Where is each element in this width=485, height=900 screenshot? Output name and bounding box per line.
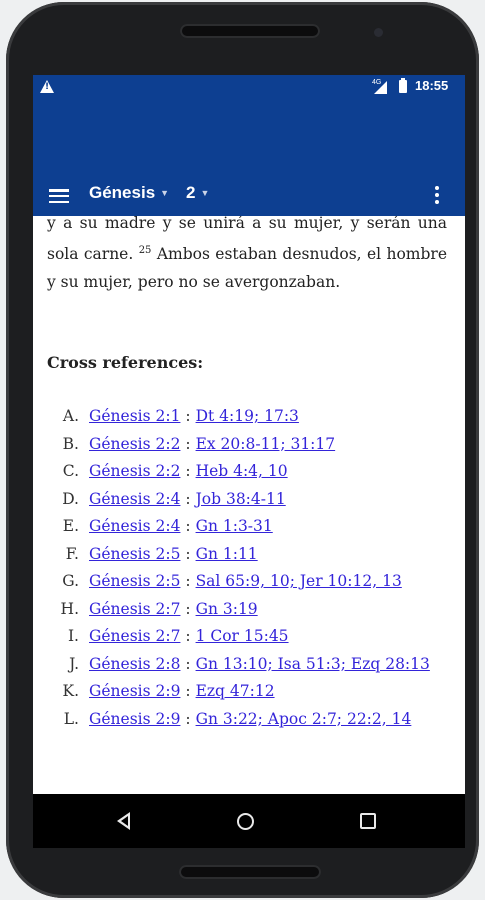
chapter-number: 2: [186, 183, 196, 202]
target-verse-link[interactable]: Gn 1:11: [196, 545, 258, 563]
reference-letter: K.: [62, 682, 79, 700]
cross-reference-item: C. Génesis 2:2 : Heb 4:4, 10: [33, 458, 449, 486]
cross-reference-item: A. Génesis 2:1 : Dt 4:19; 17:3: [33, 403, 449, 431]
target-verse-link[interactable]: Job 38:4-11: [196, 490, 286, 508]
source-verse-link[interactable]: Génesis 2:8: [89, 655, 180, 673]
target-verse-link[interactable]: 1 Cor 15:45: [196, 627, 289, 645]
reference-letter: D.: [62, 489, 79, 508]
status-bar: 4G 18:55: [33, 75, 465, 99]
cross-reference-item: K. Génesis 2:9 : Ezq 47:12: [33, 678, 449, 706]
source-verse-link[interactable]: Génesis 2:4: [89, 490, 180, 508]
source-verse-link[interactable]: Génesis 2:7: [89, 600, 180, 618]
cross-reference-item: E. Génesis 2:4 : Gn 1:3-31: [33, 513, 449, 541]
cross-reference-item: F. Génesis 2:5 : Gn 1:11: [33, 541, 449, 569]
reference-letter: C.: [62, 462, 79, 480]
reading-pane[interactable]: y a su madre y se unirá a su mujer, y se…: [33, 216, 465, 794]
signal-icon: [374, 81, 387, 94]
reference-separator: :: [185, 709, 191, 728]
verse-number[interactable]: 25: [139, 245, 152, 256]
target-verse-link[interactable]: Sal 65:9, 10; Jer 10:12, 13: [196, 572, 402, 590]
reference-letter: G.: [62, 572, 79, 590]
verse-text: y a su madre y se unirá a su mujer, y se…: [47, 216, 447, 296]
target-verse-link[interactable]: Gn 1:3-31: [196, 517, 273, 535]
phone-frame: 4G 18:55 Génesis▼ 2▼ y a su madre y se u…: [6, 2, 479, 898]
source-verse-link[interactable]: Génesis 2:9: [89, 682, 180, 700]
screen: 4G 18:55 Génesis▼ 2▼ y a su madre y se u…: [33, 75, 465, 848]
reference-letter: B.: [62, 434, 79, 453]
status-time: 18:55: [415, 78, 449, 93]
reference-letter: L.: [63, 709, 79, 728]
cross-reference-item: I. Génesis 2:7 : 1 Cor 15:45: [33, 623, 449, 651]
reference-separator: :: [185, 489, 191, 508]
back-icon[interactable]: [117, 812, 130, 830]
source-verse-link[interactable]: Génesis 2:2: [89, 435, 180, 453]
reference-letter: J.: [69, 654, 79, 673]
bottom-speaker: [179, 865, 321, 879]
cross-references-list: A. Génesis 2:1 : Dt 4:19; 17:3 B. Génesis 2…: [33, 403, 465, 733]
reference-separator: :: [185, 544, 191, 563]
reference-letter: I.: [67, 627, 79, 645]
reference-separator: :: [185, 627, 191, 645]
book-name: Génesis: [89, 183, 156, 202]
source-verse-link[interactable]: Génesis 2:7: [89, 627, 180, 645]
dropdown-caret-icon: ▼: [160, 188, 170, 198]
reference-separator: :: [185, 517, 191, 535]
cross-reference-item: J. Génesis 2:8 : Gn 13:10; Isa 51:3; Ezq …: [33, 651, 449, 679]
dropdown-caret-icon: ▼: [200, 188, 210, 198]
warning-icon: [40, 80, 54, 93]
book-selector[interactable]: Génesis ▼: [89, 183, 169, 203]
target-verse-link[interactable]: Gn 3:22; Apoc 2:7; 22:2, 14: [196, 710, 412, 728]
reference-separator: :: [185, 462, 191, 480]
earpiece-speaker: [180, 24, 320, 38]
source-verse-link[interactable]: Génesis 2:1: [89, 407, 180, 425]
target-verse-link[interactable]: Gn 3:19: [196, 600, 258, 618]
reference-separator: :: [185, 434, 191, 453]
source-verse-link[interactable]: Génesis 2:4: [89, 517, 180, 535]
target-verse-link[interactable]: Heb 4:4, 10: [196, 462, 288, 480]
cross-references-heading: Cross references:: [47, 353, 204, 372]
target-verse-link[interactable]: Ezq 47:12: [196, 682, 275, 700]
target-verse-link[interactable]: Gn 13:10; Isa 51:3; Ezq 28:13: [196, 655, 430, 673]
cross-reference-item: D. Génesis 2:4 : Job 38:4-11: [33, 486, 449, 514]
overflow-menu-icon[interactable]: [435, 186, 441, 206]
front-camera: [374, 28, 383, 37]
battery-icon: [399, 78, 407, 93]
reference-letter: H.: [60, 599, 79, 618]
recent-apps-icon[interactable]: [360, 813, 376, 829]
reference-separator: :: [185, 682, 191, 700]
cross-reference-item: L. Génesis 2:9 : Gn 3:22; Apoc 2:7; 22:2,…: [33, 706, 449, 734]
source-verse-link[interactable]: Génesis 2:5: [89, 572, 180, 590]
cross-reference-item: B. Génesis 2:2 : Ex 20:8-11; 31:17: [33, 431, 449, 459]
source-verse-link[interactable]: Génesis 2:2: [89, 462, 180, 480]
menu-icon[interactable]: [49, 189, 69, 204]
app-bar: Génesis ▼ 2 ▼: [33, 99, 465, 216]
target-verse-link[interactable]: Ex 20:8-11; 31:17: [196, 435, 336, 453]
reference-separator: :: [185, 407, 191, 425]
reference-separator: :: [185, 654, 191, 673]
reference-letter: A.: [62, 407, 79, 425]
target-verse-link[interactable]: Dt 4:19; 17:3: [196, 407, 299, 425]
source-verse-link[interactable]: Génesis 2:5: [89, 545, 180, 563]
source-verse-link[interactable]: Génesis 2:9: [89, 710, 180, 728]
cross-reference-item: H. Génesis 2:7 : Gn 3:19: [33, 596, 449, 624]
home-icon[interactable]: [237, 813, 254, 830]
chapter-selector[interactable]: 2 ▼: [186, 183, 209, 203]
reference-separator: :: [185, 572, 191, 590]
reference-letter: F.: [65, 544, 79, 563]
reference-letter: E.: [62, 517, 79, 535]
navigation-bar: [33, 794, 465, 848]
cross-reference-item: G. Génesis 2:5 : Sal 65:9, 10; Jer 10:12,…: [33, 568, 449, 596]
reference-separator: :: [185, 599, 191, 618]
